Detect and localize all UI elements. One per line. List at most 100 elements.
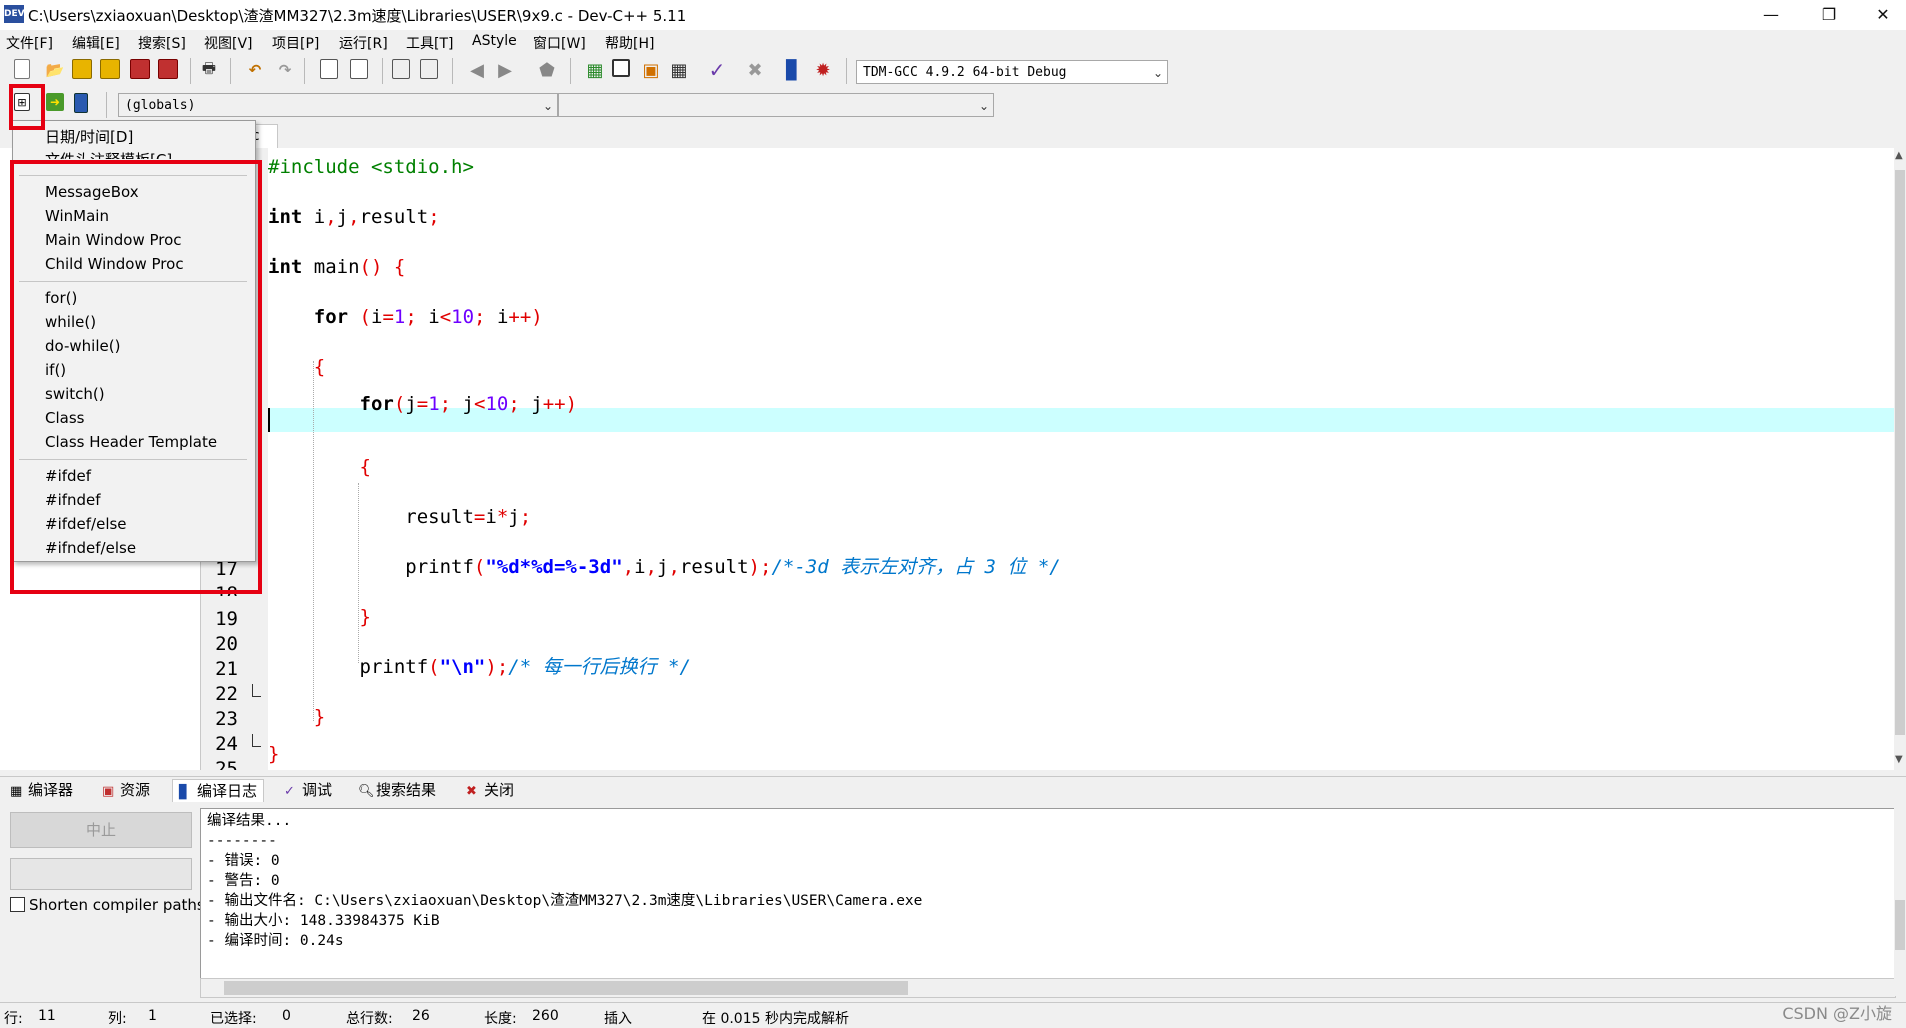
toolbar-separator (452, 58, 453, 84)
close-window-button[interactable]: ✕ (1860, 0, 1906, 30)
code-line: } (268, 743, 280, 765)
chart-icon: ▊ (179, 785, 189, 800)
menu-project[interactable]: 项目[P] (272, 33, 319, 53)
log-scroll-thumb[interactable] (224, 981, 908, 995)
editor-vertical-scrollbar[interactable]: ▲ ▼ (1894, 148, 1906, 770)
scope-select-value: (globals) (125, 98, 196, 113)
menu-run[interactable]: 运行[R] (339, 33, 388, 53)
menu-astyle[interactable]: AStyle (472, 33, 517, 49)
status-col-value: 1 (148, 1008, 157, 1024)
back-icon[interactable]: ◀ (466, 59, 488, 81)
annotation-highlight-box (10, 160, 262, 594)
search-icon: 🔍︎ (358, 784, 375, 799)
open-folder-icon[interactable]: 📂 (44, 59, 66, 81)
line-number: 23 (215, 708, 238, 730)
menu-item-file-header[interactable]: 文件头注释模板[C] (45, 149, 172, 159)
save-all-icon[interactable] (100, 59, 120, 79)
menu-search[interactable]: 搜索[S] (138, 33, 186, 53)
tab-search-results[interactable]: 🔍︎搜索结果 (358, 779, 436, 801)
menu-file[interactable]: 文件[F] (6, 33, 53, 53)
restore-button[interactable]: ❐ (1806, 0, 1852, 30)
compile-log-output[interactable]: 编译结果... -------- - 错误: 0 - 警告: 0 - 输出文件名… (200, 808, 1896, 980)
menu-edit[interactable]: 编辑[E] (72, 33, 120, 53)
unindent-icon[interactable] (420, 59, 438, 79)
tab-compile-log[interactable]: ▊ 编译日志 (172, 779, 265, 802)
toolbar-separator (190, 58, 191, 84)
compile-run-icon[interactable]: ▣ (640, 59, 662, 81)
stop-icon[interactable]: ✖ (744, 59, 766, 81)
redo-icon[interactable]: ↷ (274, 59, 296, 81)
compiler-select[interactable]: TDM-GCC 4.9.2 64-bit Debug ⌄ (856, 60, 1168, 84)
tab-compiler[interactable]: ▦ 编译器 (10, 779, 73, 801)
chevron-down-icon: ⌄ (542, 99, 553, 113)
status-total-label: 总行数: (346, 1011, 393, 1027)
fold-marker[interactable] (252, 734, 261, 747)
code-line: int i,j,result; (268, 206, 440, 228)
run-icon[interactable] (612, 59, 630, 77)
status-row-label: 行: (4, 1011, 23, 1027)
toolbar-separator (570, 58, 571, 84)
symbol-select[interactable]: ⌄ (558, 93, 994, 117)
scope-select[interactable]: (globals) ⌄ (118, 93, 558, 117)
chevron-down-icon: ⌄ (1152, 66, 1163, 80)
bookmark-icon[interactable]: ⬟ (536, 59, 558, 81)
code-line: { (359, 456, 371, 478)
menu-window[interactable]: 窗口[W] (533, 33, 586, 53)
status-col-label: 列: (108, 1011, 127, 1027)
menu-tools[interactable]: 工具[T] (406, 33, 453, 53)
menu-help[interactable]: 帮助[H] (605, 33, 654, 53)
line-number: 21 (215, 658, 238, 680)
log-line: 编译结果... (207, 813, 292, 829)
save-icon[interactable] (72, 59, 92, 79)
code-line: } (359, 606, 371, 628)
menu-item-datetime[interactable]: 日期/时间[D] (45, 126, 133, 147)
resources-icon: ▣ (102, 784, 115, 799)
line-number: 20 (215, 633, 238, 655)
fold-marker[interactable] (252, 684, 261, 697)
debug-bug-icon[interactable]: ✹ (812, 59, 834, 81)
status-length-value: 260 (532, 1008, 559, 1024)
undo-icon[interactable]: ↶ (244, 59, 266, 81)
minimize-button[interactable]: — (1748, 0, 1794, 30)
close-icon: ✖ (466, 784, 477, 799)
check-icon: ✓ (284, 784, 295, 799)
new-file-icon[interactable] (14, 59, 30, 79)
tab-close[interactable]: ✖ 关闭 (466, 779, 514, 801)
editor-tab-strip (0, 122, 1906, 149)
scroll-down-icon[interactable]: ▼ (1895, 754, 1903, 765)
line-number: 19 (215, 608, 238, 630)
toggle-bookmark-icon[interactable]: ➜ (46, 93, 64, 111)
code-line: for(j=1; j<10; j++) (359, 393, 578, 415)
check-syntax-icon[interactable]: ✓ (706, 58, 728, 82)
profile-chart-icon[interactable]: ▊ (782, 59, 804, 81)
scroll-up-icon[interactable]: ▲ (1895, 150, 1903, 161)
checkbox-box[interactable] (10, 897, 25, 912)
forward-icon[interactable]: ▶ (494, 59, 516, 81)
tab-resources[interactable]: ▣ 资源 (102, 779, 150, 801)
compile-progress-bar (10, 858, 192, 890)
indent-icon[interactable] (392, 59, 410, 79)
goto-bookmark-icon[interactable] (74, 93, 88, 113)
bottom-panel-tabs: ▦ 编译器 ▣ 资源 ▊ 编译日志 ✓ 调试 🔍︎搜索结果 ✖ 关闭 (0, 776, 1906, 803)
menu-view[interactable]: 视图[V] (204, 33, 253, 53)
close-all-icon[interactable] (158, 59, 178, 79)
log-line: -------- (207, 833, 277, 849)
line-number: 25 (215, 758, 238, 770)
rebuild-icon[interactable]: ▦ (668, 59, 690, 81)
stop-button[interactable]: 中止 (10, 812, 192, 848)
window-title: C:\Users\zxiaoxuan\Desktop\渣渣MM327\2.3m速… (28, 7, 687, 25)
tab-debug[interactable]: ✓ 调试 (284, 779, 332, 801)
code-editor[interactable]: #include <stdio.h> int i,j,result; int m… (268, 148, 1894, 770)
close-file-icon[interactable] (130, 59, 150, 79)
toolbar-separator (106, 92, 107, 118)
shorten-paths-checkbox[interactable]: Shorten compiler paths (10, 896, 205, 914)
compile-icon[interactable]: ▦ (584, 59, 606, 81)
log-vscroll-thumb[interactable] (1895, 900, 1905, 950)
find-icon[interactable] (320, 59, 338, 79)
app-icon: DEV (4, 5, 25, 23)
replace-icon[interactable] (350, 59, 368, 79)
print-icon[interactable]: 🖶 (198, 59, 220, 81)
scroll-thumb[interactable] (1895, 170, 1905, 735)
status-insert-mode: 插入 (604, 1011, 632, 1027)
status-selected-label: 已选择: (210, 1011, 257, 1027)
